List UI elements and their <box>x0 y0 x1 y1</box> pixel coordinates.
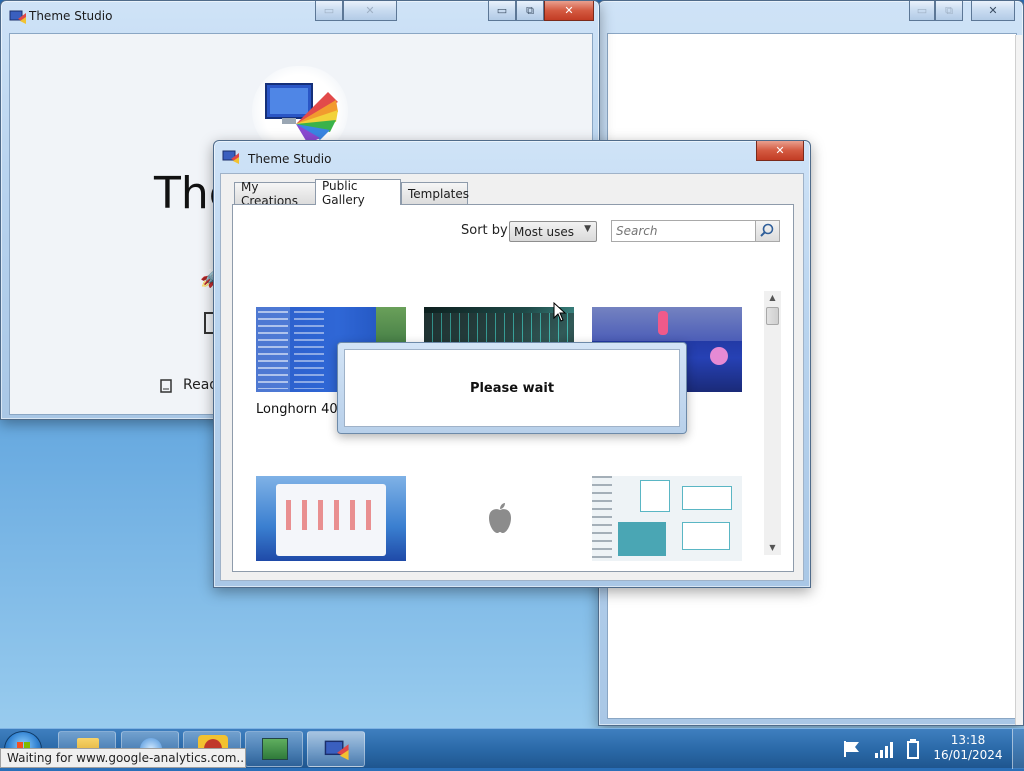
search-icon <box>760 223 774 237</box>
sort-label: Sort by <box>461 223 508 238</box>
theme-studio-icon <box>324 740 349 761</box>
gallery-item-thumbnail[interactable] <box>256 476 406 561</box>
theme-studio-icon <box>9 10 26 24</box>
scroll-up-arrow-icon[interactable]: ▲ <box>764 291 781 305</box>
gallery-scrollbar[interactable]: ▲ ▼ <box>764 291 781 555</box>
scroll-down-arrow-icon[interactable]: ▼ <box>764 541 781 555</box>
tab-my-creations[interactable]: My Creations <box>234 180 316 208</box>
theme-studio-icon <box>222 150 239 164</box>
please-wait-message: Please wait <box>469 380 555 396</box>
maximize-button[interactable]: ⧉ <box>516 1 544 21</box>
clock[interactable]: 13:18 16/01/2024 <box>930 733 1006 763</box>
mouse-cursor-icon <box>553 302 567 322</box>
close-button[interactable]: ✕ <box>544 1 594 21</box>
book-icon <box>160 379 172 393</box>
network-signal-icon[interactable] <box>874 739 896 759</box>
minimize-button[interactable]: ▭ <box>488 1 516 21</box>
gallery-item-caption: Longhorn 402 <box>256 402 346 417</box>
window-title: Theme Studio <box>29 9 113 23</box>
please-wait-dialog: Please wait <box>337 342 687 434</box>
circuit-board-icon <box>262 738 288 760</box>
close-button[interactable]: ✕ <box>756 141 804 161</box>
show-desktop-button[interactable] <box>1012 729 1024 769</box>
close-button[interactable]: ✕ <box>971 1 1015 21</box>
chevron-down-icon: ▼ <box>584 224 591 234</box>
clock-date: 16/01/2024 <box>933 748 1003 762</box>
minimize-button[interactable]: ▭ <box>909 1 935 21</box>
search-input[interactable] <box>611 220 756 242</box>
search-button[interactable] <box>755 220 780 242</box>
sort-dropdown[interactable]: Most uses ▼ <box>509 221 597 242</box>
clock-time: 13:18 <box>950 733 986 747</box>
sort-selected-value: Most uses <box>514 225 574 239</box>
close-button-disabled[interactable]: ✕ <box>343 1 397 21</box>
action-center-flag-icon[interactable] <box>842 739 862 759</box>
battery-icon[interactable] <box>906 738 920 760</box>
scrollbar-thumb[interactable] <box>766 307 779 325</box>
tab-public-gallery[interactable]: Public Gallery <box>315 179 401 207</box>
status-bar: Waiting for www.google-analytics.com... <box>0 748 246 768</box>
scrollbar[interactable] <box>1015 35 1023 725</box>
minimize-button[interactable]: ▭ <box>315 1 343 21</box>
tab-templates[interactable]: Templates <box>401 182 469 204</box>
taskbar-theme-studio[interactable] <box>307 731 365 767</box>
dialog-title: Theme Studio <box>248 152 332 166</box>
taskbar-app[interactable] <box>245 731 303 767</box>
gallery-item-thumbnail[interactable] <box>592 476 742 561</box>
gallery-item-thumbnail[interactable] <box>424 476 574 561</box>
maximize-button[interactable]: ⧉ <box>935 1 963 21</box>
apple-icon <box>489 503 511 533</box>
